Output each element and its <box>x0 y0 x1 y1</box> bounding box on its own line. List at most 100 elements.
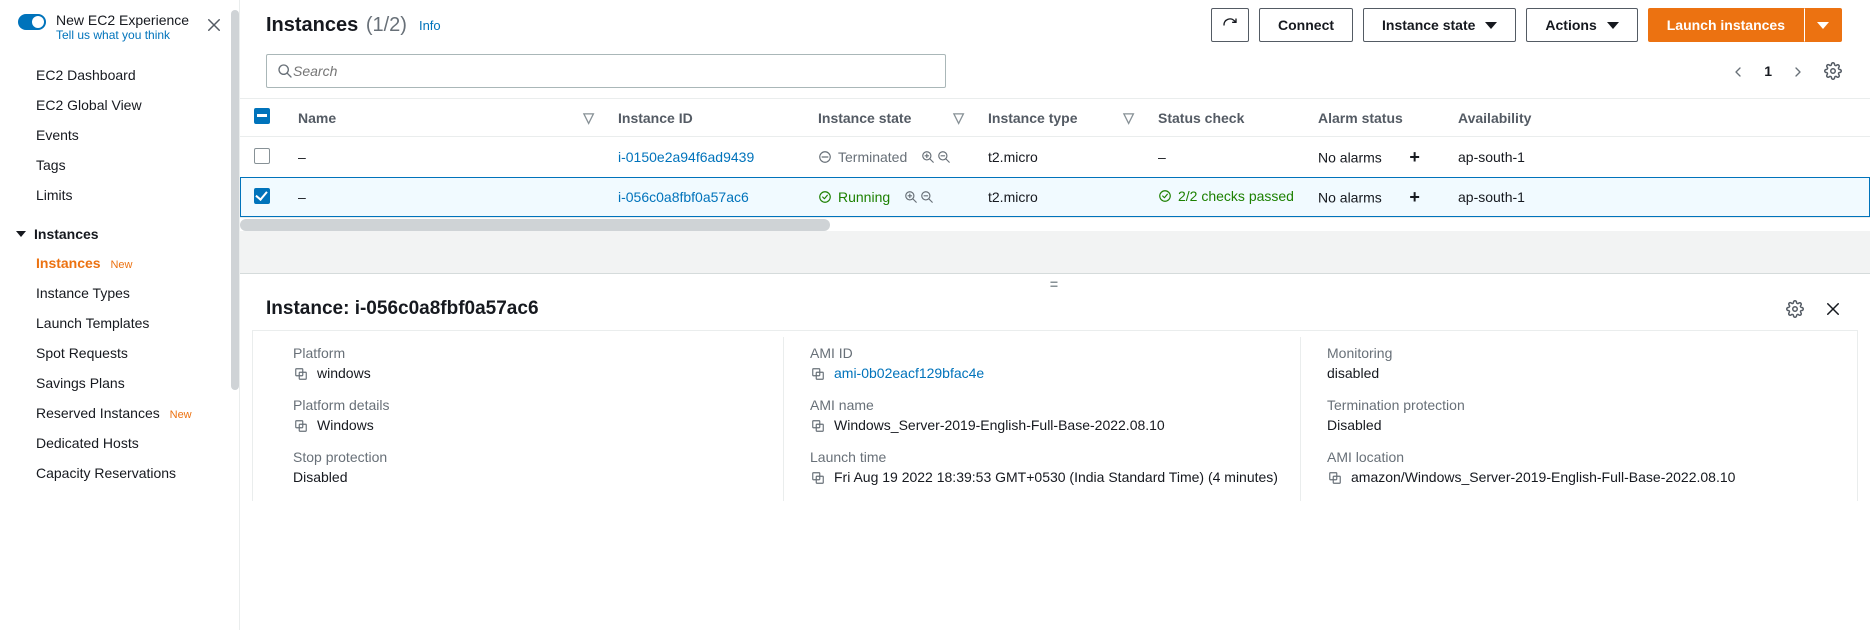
details-column: Monitoring disabled Termination protecti… <box>1300 337 1817 501</box>
scrollbar-thumb[interactable] <box>240 219 830 231</box>
copy-icon[interactable] <box>810 419 826 433</box>
copy-icon[interactable] <box>1327 471 1343 485</box>
value-text: Fri Aug 19 2022 18:39:53 GMT+0530 (India… <box>834 469 1278 485</box>
add-alarm-button[interactable]: + <box>1404 186 1426 208</box>
cell-alarm: No alarms + <box>1304 137 1444 178</box>
details-title-prefix: Instance: <box>266 298 355 319</box>
copy-icon[interactable] <box>810 367 826 381</box>
details-column: AMI ID ami-0b02eacf129bfac4e AMI name Wi… <box>783 337 1300 501</box>
row-checkbox[interactable] <box>254 148 270 164</box>
column-header-instance-state[interactable]: Instance state ▽ <box>804 99 974 137</box>
field-value: Windows <box>293 417 763 433</box>
column-header-instance-type[interactable]: Instance type ▽ <box>974 99 1144 137</box>
column-header-availability[interactable]: Availability <box>1444 99 1870 137</box>
field-label: AMI location <box>1327 449 1797 465</box>
table-row[interactable]: – i-0150e2a94f6ad9439 Terminated t2.mic <box>240 137 1870 178</box>
column-label: Instance state <box>818 110 911 126</box>
page-title-count: (1/2) <box>366 14 407 36</box>
field-label: Platform <box>293 345 763 361</box>
sidebar-section-instances[interactable]: Instances <box>0 210 239 248</box>
info-link[interactable]: Info <box>419 18 441 33</box>
search-icon <box>277 63 293 79</box>
page-title: Instances (1/2) <box>266 14 407 37</box>
sidebar-item-savings-plans[interactable]: Savings Plans <box>0 368 239 398</box>
details-close-button[interactable] <box>1824 300 1842 318</box>
sort-icon[interactable]: ▽ <box>583 109 594 126</box>
search-input[interactable] <box>293 63 935 79</box>
table-settings-button[interactable] <box>1824 62 1842 80</box>
sidebar-item-instance-types[interactable]: Instance Types <box>0 278 239 308</box>
field-value: Windows_Server-2019-English-Full-Base-20… <box>810 417 1280 433</box>
column-header-instance-id[interactable]: Instance ID <box>604 99 804 137</box>
table-row[interactable]: – i-056c0a8fbf0a57ac6 Running t2.micro <box>240 177 1870 217</box>
details-settings-button[interactable] <box>1786 300 1804 318</box>
launch-instances-button[interactable]: Launch instances <box>1648 8 1804 42</box>
search-row: 1 <box>240 48 1870 99</box>
column-header-select[interactable] <box>240 99 284 137</box>
field-value: ami-0b02eacf129bfac4e <box>810 365 1280 381</box>
column-header-alarm-status[interactable]: Alarm status <box>1304 99 1444 137</box>
sidebar-item-limits[interactable]: Limits <box>0 180 239 210</box>
field-label: Stop protection <box>293 449 763 465</box>
instance-id-link[interactable]: i-0150e2a94f6ad9439 <box>618 149 754 165</box>
panel-drag-handle[interactable]: = <box>240 274 1870 294</box>
copy-icon[interactable] <box>293 419 309 433</box>
sidebar-item-events[interactable]: Events <box>0 120 239 150</box>
row-checkbox[interactable] <box>254 188 270 204</box>
field-label: AMI ID <box>810 345 1280 361</box>
details-title: Instance: i-056c0a8fbf0a57ac6 <box>266 298 539 320</box>
state-label: Terminated <box>838 149 907 165</box>
button-label: Actions <box>1545 17 1596 33</box>
details-body: Platform windows Platform details Window… <box>252 330 1858 501</box>
column-header-name[interactable]: Name ▽ <box>284 99 604 137</box>
select-all-checkbox[interactable] <box>254 108 270 124</box>
connect-button[interactable]: Connect <box>1259 8 1353 42</box>
actions-button[interactable]: Actions <box>1526 8 1637 42</box>
column-label: Instance type <box>988 110 1077 126</box>
button-label: Launch instances <box>1667 17 1785 33</box>
pager-prev[interactable] <box>1730 62 1746 79</box>
instance-state-button[interactable]: Instance state <box>1363 8 1516 42</box>
ami-id-link[interactable]: ami-0b02eacf129bfac4e <box>834 365 984 381</box>
pager-next[interactable] <box>1790 62 1806 79</box>
launch-instances-dropdown[interactable] <box>1804 8 1842 42</box>
cell-status: – <box>1144 137 1304 178</box>
sidebar-item-spot-requests[interactable]: Spot Requests <box>0 338 239 368</box>
sort-icon[interactable]: ▽ <box>1123 109 1134 126</box>
copy-icon[interactable] <box>293 367 309 381</box>
new-badge: New <box>110 259 132 271</box>
instance-id-link[interactable]: i-056c0a8fbf0a57ac6 <box>618 189 749 205</box>
close-icon <box>1824 300 1842 318</box>
sidebar-item-dedicated-hosts[interactable]: Dedicated Hosts <box>0 428 239 458</box>
table-horizontal-scrollbar[interactable] <box>240 217 1870 231</box>
sidebar-item-reserved-instances[interactable]: Reserved Instances New <box>0 398 239 428</box>
chevron-right-icon <box>1790 64 1806 80</box>
sidebar-item-capacity-reservations[interactable]: Capacity Reservations <box>0 458 239 488</box>
pager-page: 1 <box>1764 63 1772 79</box>
sidebar: New EC2 Experience Tell us what you thin… <box>0 0 240 630</box>
button-label: Instance state <box>1382 17 1475 33</box>
state-label: Running <box>838 189 890 205</box>
add-alarm-button[interactable]: + <box>1404 146 1426 168</box>
state-filter-icons[interactable] <box>921 150 951 164</box>
sort-icon[interactable]: ▽ <box>953 109 964 126</box>
sidebar-item-launch-templates[interactable]: Launch Templates <box>0 308 239 338</box>
instance-state: Running <box>818 189 960 205</box>
sidebar-section-label: Instances <box>34 226 99 242</box>
refresh-button[interactable] <box>1211 8 1249 42</box>
sidebar-item-tags[interactable]: Tags <box>0 150 239 180</box>
sidebar-scrollbar[interactable] <box>231 10 239 390</box>
sidebar-item-ec2-dashboard[interactable]: EC2 Dashboard <box>0 60 239 90</box>
sidebar-item-instances[interactable]: Instances New <box>0 248 239 278</box>
copy-icon[interactable] <box>810 471 826 485</box>
close-icon[interactable] <box>201 12 227 37</box>
new-experience-toggle[interactable] <box>18 14 46 30</box>
column-header-status-check[interactable]: Status check <box>1144 99 1304 137</box>
field-label: AMI name <box>810 397 1280 413</box>
new-experience-feedback-link[interactable]: Tell us what you think <box>56 28 189 42</box>
search-box[interactable] <box>266 54 946 88</box>
sidebar-item-ec2-global-view[interactable]: EC2 Global View <box>0 90 239 120</box>
check-circle-icon <box>818 190 832 204</box>
state-filter-icons[interactable] <box>904 190 934 204</box>
page-title-text: Instances <box>266 14 358 36</box>
